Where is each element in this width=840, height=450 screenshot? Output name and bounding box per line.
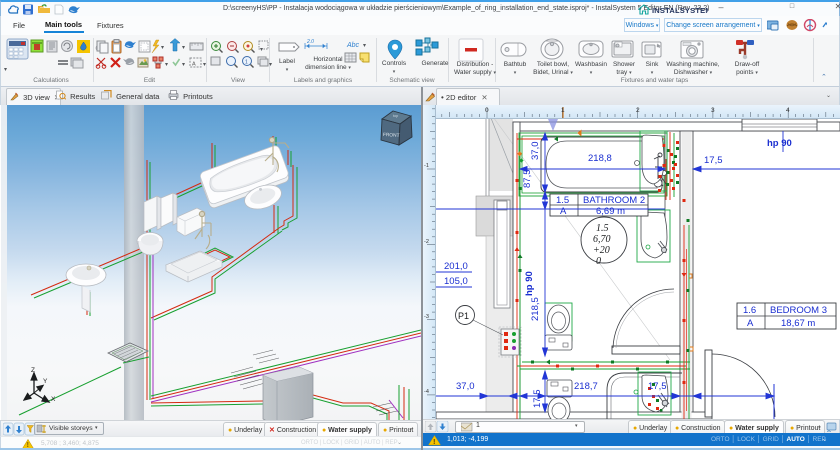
svg-text:0: 0 bbox=[485, 107, 489, 114]
svg-text:17,5: 17,5 bbox=[648, 381, 667, 392]
svg-text:1: 1 bbox=[561, 107, 565, 114]
svg-text:hp 90: hp 90 bbox=[524, 271, 535, 296]
svg-text:37,0: 37,0 bbox=[456, 381, 475, 392]
svg-text:37,0: 37,0 bbox=[530, 142, 541, 161]
svg-text:-4: -4 bbox=[424, 389, 429, 395]
svg-text:Y: Y bbox=[43, 378, 48, 385]
svg-text:X: X bbox=[51, 396, 56, 403]
svg-text:218,5: 218,5 bbox=[530, 297, 541, 321]
svg-text:BATHROOM 2: BATHROOM 2 bbox=[583, 195, 645, 206]
svg-text:BEDROOM 3: BEDROOM 3 bbox=[770, 305, 827, 316]
svg-text:105,0: 105,0 bbox=[444, 276, 468, 287]
svg-text:-2: -2 bbox=[424, 239, 429, 245]
svg-text:▾: ▾ bbox=[260, 47, 263, 53]
svg-text:hp 90: hp 90 bbox=[767, 138, 792, 149]
svg-text:A: A bbox=[747, 318, 754, 329]
svg-text:P1: P1 bbox=[458, 311, 469, 321]
svg-text:201,0: 201,0 bbox=[444, 261, 468, 272]
svg-text:FRONT: FRONT bbox=[383, 132, 400, 139]
svg-text:-1: -1 bbox=[424, 163, 429, 169]
svg-text:▾: ▾ bbox=[363, 43, 366, 49]
svg-text:6,70: 6,70 bbox=[593, 234, 611, 245]
svg-text:▾: ▾ bbox=[182, 62, 185, 68]
svg-text:▾: ▾ bbox=[203, 62, 206, 68]
svg-text:A: A bbox=[560, 206, 567, 217]
svg-text:top: top bbox=[393, 114, 398, 118]
svg-text:3: 3 bbox=[711, 107, 715, 114]
svg-text:A: A bbox=[192, 62, 196, 68]
svg-text:4: 4 bbox=[786, 107, 790, 114]
svg-text:6,69 m: 6,69 m bbox=[596, 206, 625, 217]
svg-text:17,5: 17,5 bbox=[532, 390, 543, 409]
svg-text:▾: ▾ bbox=[269, 62, 272, 68]
svg-text:!: ! bbox=[433, 436, 436, 445]
svg-text:218,8: 218,8 bbox=[588, 153, 612, 164]
svg-text:INSTALSYSTEM: INSTALSYSTEM bbox=[652, 6, 708, 15]
svg-text:2.0: 2.0 bbox=[306, 39, 314, 45]
svg-text:17,5: 17,5 bbox=[704, 155, 723, 166]
svg-text:87,5: 87,5 bbox=[522, 170, 533, 189]
svg-text:▾: ▾ bbox=[4, 67, 7, 73]
svg-text:-3: -3 bbox=[424, 314, 429, 320]
svg-text:1.6: 1.6 bbox=[743, 305, 756, 316]
svg-text:1.5: 1.5 bbox=[556, 195, 569, 206]
svg-text:▾: ▾ bbox=[182, 45, 185, 51]
svg-text:▾: ▾ bbox=[161, 45, 164, 51]
svg-text:18,67 m: 18,67 m bbox=[781, 318, 815, 329]
svg-text:+20: +20 bbox=[593, 245, 610, 256]
svg-text:Z: Z bbox=[31, 367, 35, 374]
svg-text:1.5: 1.5 bbox=[596, 223, 609, 234]
svg-text:218,7: 218,7 bbox=[574, 381, 598, 392]
svg-text:▾: ▾ bbox=[165, 62, 168, 68]
svg-text:2: 2 bbox=[636, 107, 640, 114]
svg-text:0: 0 bbox=[596, 256, 601, 267]
svg-text:Abc: Abc bbox=[346, 42, 360, 49]
svg-text:1: 1 bbox=[245, 60, 248, 66]
